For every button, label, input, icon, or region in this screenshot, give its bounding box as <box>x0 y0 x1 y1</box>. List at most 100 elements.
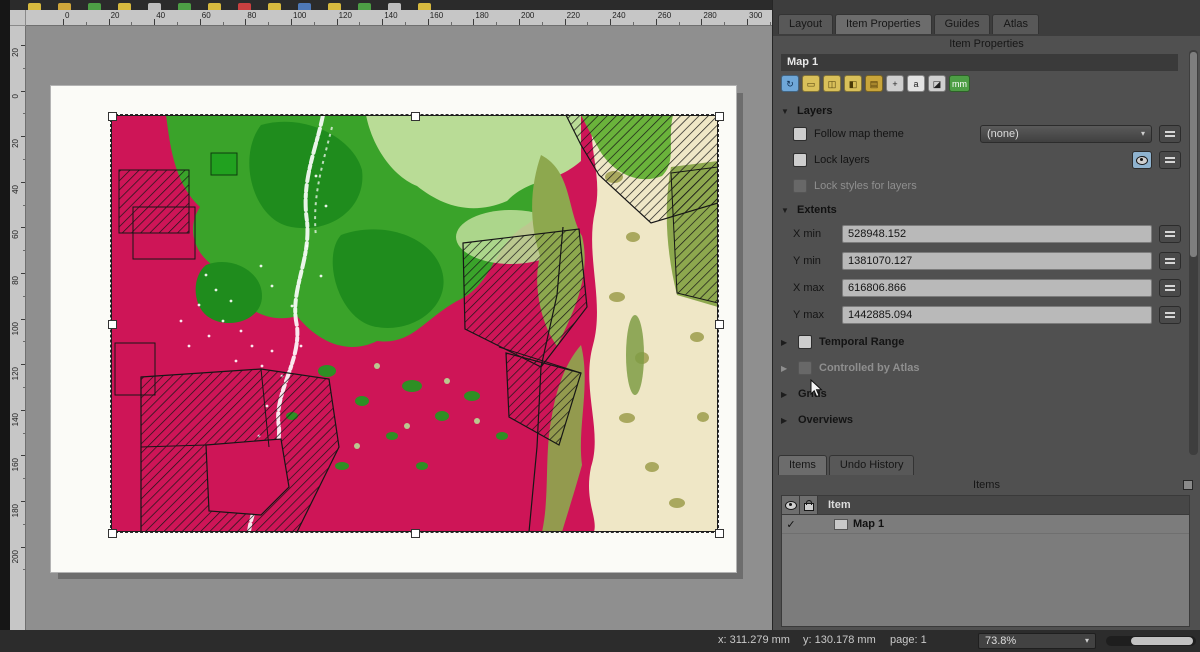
data-defined-override-button[interactable] <box>1159 125 1181 143</box>
collapse-arrow-icon: ▶ <box>781 364 791 373</box>
clipping-settings-icon[interactable]: ◪ <box>928 75 946 92</box>
ruler-tick <box>405 22 406 25</box>
zoom-level-select[interactable]: 73.8% ▾ <box>978 633 1096 649</box>
set-extent-to-canvas-icon[interactable]: ▭ <box>802 75 820 92</box>
section-extents[interactable]: ▼ Extents <box>781 204 1181 216</box>
selection-handle[interactable] <box>715 529 724 538</box>
toolbar-icon-2[interactable] <box>58 3 71 10</box>
data-defined-override-button[interactable] <box>1159 151 1181 169</box>
layout-page[interactable] <box>50 85 737 573</box>
ruler-tick <box>314 22 315 25</box>
toolbar-icon-14[interactable] <box>418 3 431 10</box>
xmax-input[interactable]: 616806.866 <box>842 279 1152 297</box>
ruler-vertical[interactable]: 20020406080100120140160180200 <box>10 26 26 630</box>
data-defined-override-button[interactable] <box>1159 279 1181 297</box>
zoom-slider[interactable] <box>1106 636 1196 646</box>
section-temporal-range[interactable]: ▶ Temporal Range <box>781 333 1181 351</box>
section-layers[interactable]: ▼ Layers <box>781 105 1181 117</box>
tab-guides[interactable]: Guides <box>934 14 991 34</box>
xmax-label: X max <box>793 282 835 294</box>
set-scale-to-canvas-icon[interactable]: ◧ <box>844 75 862 92</box>
visibility-column-header <box>782 496 800 514</box>
ymax-input[interactable]: 1442885.094 <box>842 306 1152 324</box>
toolbar-icon-10[interactable] <box>298 3 311 10</box>
items-panel-options-icon[interactable] <box>1183 480 1193 490</box>
toolbar-icon-1[interactable] <box>28 3 41 10</box>
toolbar-icon-9[interactable] <box>268 3 281 10</box>
top-toolbar[interactable] <box>10 0 772 10</box>
xmin-input[interactable]: 528948.152 <box>842 225 1152 243</box>
selection-handle[interactable] <box>715 112 724 121</box>
labeling-settings-icon[interactable]: a <box>907 75 925 92</box>
ruler-corner <box>10 10 26 26</box>
ruler-tick <box>519 19 520 25</box>
selection-handle[interactable] <box>108 112 117 121</box>
tab-atlas[interactable]: Atlas <box>992 14 1038 34</box>
table-row[interactable]: ✓ Map 1 <box>782 515 1189 534</box>
scrollbar-thumb[interactable] <box>1190 52 1197 257</box>
section-overviews[interactable]: ▶ Overviews <box>781 411 1181 429</box>
ruler-tick-label: 160 <box>430 11 443 20</box>
item-visible-checkmark[interactable]: ✓ <box>782 518 800 531</box>
zoom-slider-thumb[interactable] <box>1131 637 1193 645</box>
layer-visibility-button[interactable] <box>1132 151 1152 169</box>
lock-layers-checkbox[interactable] <box>793 153 807 167</box>
eye-icon <box>785 501 797 510</box>
temporal-range-checkbox[interactable] <box>798 335 812 349</box>
tab-items[interactable]: Items <box>778 455 827 475</box>
ruler-tick <box>473 19 474 25</box>
ruler-tick-label: 60 <box>202 11 211 20</box>
ruler-tick <box>565 19 566 25</box>
ruler-tick-label: 140 <box>11 413 20 426</box>
layout-canvas[interactable] <box>26 26 772 630</box>
ruler-tick <box>724 22 725 25</box>
eye-icon <box>1136 156 1148 165</box>
right-dock-panel: Layout Item Properties Guides Atlas Item… <box>772 0 1200 630</box>
map-item-icon <box>834 519 848 530</box>
tab-item-properties[interactable]: Item Properties <box>835 14 932 34</box>
panel-tab-bar: Layout Item Properties Guides Atlas <box>778 14 1039 34</box>
map-theme-select[interactable]: (none) ▾ <box>980 125 1152 143</box>
tab-layout[interactable]: Layout <box>778 14 833 34</box>
data-defined-override-button[interactable] <box>1159 306 1181 324</box>
collapse-arrow-icon: ▶ <box>781 416 791 425</box>
left-window-edge <box>0 0 10 630</box>
selection-handle[interactable] <box>715 320 724 329</box>
ymin-input[interactable]: 1381070.127 <box>842 252 1152 270</box>
ymin-label: Y min <box>793 255 835 267</box>
toolbar-icon-4[interactable] <box>118 3 131 10</box>
ruler-tick-label: 300 <box>749 11 762 20</box>
toolbar-icon-6[interactable] <box>178 3 191 10</box>
selection-handle[interactable] <box>108 320 117 329</box>
ruler-tick-label: 100 <box>11 322 20 335</box>
refresh-map-preview-icon[interactable]: ↻ <box>781 75 799 92</box>
ruler-tick <box>747 19 748 25</box>
units-badge[interactable]: mm <box>949 75 970 92</box>
toolbar-icon-7[interactable] <box>208 3 221 10</box>
toolbar-icon-11[interactable] <box>328 3 341 10</box>
toolbar-icon-12[interactable] <box>358 3 371 10</box>
ruler-tick <box>496 22 497 25</box>
toolbar-icon-13[interactable] <box>388 3 401 10</box>
data-defined-override-button[interactable] <box>1159 225 1181 243</box>
toolbar-icon-3[interactable] <box>88 3 101 10</box>
selection-handle[interactable] <box>108 529 117 538</box>
selection-handle[interactable] <box>411 112 420 121</box>
toolbar-icon-8[interactable] <box>238 3 251 10</box>
ruler-horizontal[interactable]: 0204060801001201401601802002202402602803… <box>26 10 772 26</box>
data-defined-override-button[interactable] <box>1159 252 1181 270</box>
follow-map-theme-checkbox[interactable] <box>793 127 807 141</box>
ruler-tick-label: 40 <box>11 185 20 194</box>
selection-handle[interactable] <box>411 529 420 538</box>
section-grids[interactable]: ▶ Grids <box>781 385 1181 403</box>
toolbar-icon-5[interactable] <box>148 3 161 10</box>
ruler-tick <box>131 22 132 25</box>
edit-map-extent-icon[interactable]: + <box>886 75 904 92</box>
tab-undo-history[interactable]: Undo History <box>829 455 915 475</box>
ruler-tick <box>359 22 360 25</box>
ruler-tick-label: 200 <box>521 11 534 20</box>
bookmarks-icon[interactable]: ▤ <box>865 75 883 92</box>
map-item[interactable] <box>111 115 718 532</box>
view-extent-in-canvas-icon[interactable]: ◫ <box>823 75 841 92</box>
panel-scrollbar[interactable] <box>1189 50 1198 455</box>
